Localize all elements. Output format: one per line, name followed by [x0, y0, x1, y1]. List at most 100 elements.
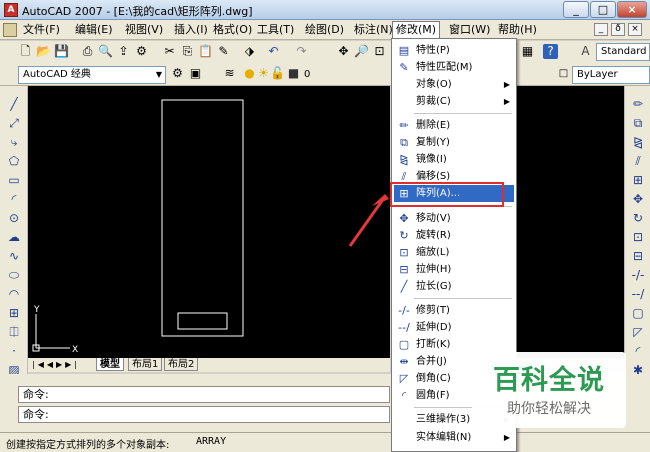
calculator-icon[interactable]: ▦ [520, 44, 535, 59]
zoom-window-icon[interactable]: ⊡ [372, 44, 387, 59]
menu-item-break[interactable]: ▢ 打断(K) [394, 336, 514, 353]
workspace-save-icon[interactable]: ▣ [188, 66, 203, 81]
tab-layout2[interactable]: 布局2 [164, 358, 199, 371]
menu-item-lengthen[interactable]: ╱ 拉长(G) [394, 278, 514, 295]
workspace-settings-icon[interactable]: ⚙ [170, 66, 185, 81]
maximize-button[interactable]: □ [590, 1, 616, 18]
tab-layout1[interactable]: 布局1 [128, 358, 163, 371]
make-block-icon[interactable]: ⎅ [5, 324, 23, 340]
layer-manager-icon[interactable]: ≋ [222, 66, 237, 81]
linetype-select[interactable]: ByLayer [572, 66, 650, 84]
rotate-palette-icon[interactable]: ↻ [629, 210, 647, 226]
preview-icon[interactable]: 🔍 [98, 44, 113, 59]
menu-item-mirror[interactable]: ⧎ 镜像(I) [394, 151, 514, 168]
minimize-button[interactable]: _ [563, 1, 589, 18]
insert-block-icon[interactable]: ⊞ [5, 305, 23, 321]
ellipse-icon[interactable]: ⬭ [5, 267, 23, 283]
chamfer-palette-icon[interactable]: ◸ [629, 324, 647, 340]
print-icon[interactable]: ⎙ [80, 44, 95, 59]
offset-palette-icon[interactable]: ⫽ [629, 153, 647, 169]
break-palette-icon[interactable]: ▢ [629, 305, 647, 321]
document-icon[interactable] [3, 23, 17, 37]
extend-palette-icon[interactable]: --/ [629, 286, 647, 302]
text-style-select[interactable]: Standard [596, 43, 650, 61]
menu-file[interactable]: 文件(F) [20, 22, 63, 38]
layer-name[interactable]: 0 [304, 67, 384, 82]
point-icon[interactable]: · [5, 343, 23, 359]
close-button[interactable]: × [617, 1, 647, 18]
paste-icon[interactable]: 📋 [198, 44, 213, 59]
menu-format[interactable]: 格式(O) [210, 22, 255, 38]
fillet-palette-icon[interactable]: ◜ [629, 343, 647, 359]
zoom-realtime-icon[interactable]: 🔎 [354, 44, 369, 59]
menu-item-extend[interactable]: --/ 延伸(D) [394, 319, 514, 336]
tab-model[interactable]: 模型 [96, 358, 124, 371]
polygon-icon[interactable]: ⬠ [5, 153, 23, 169]
menu-item-erase[interactable]: ✏ 删除(E) [394, 117, 514, 134]
circle-icon[interactable]: ⊙ [5, 210, 23, 226]
text-style-icon[interactable]: A [578, 44, 593, 59]
menu-insert[interactable]: 插入(I) [171, 22, 211, 38]
move-palette-icon[interactable]: ✥ [629, 191, 647, 207]
tab-navigation-arrows[interactable]: |◀◀▶▶| [32, 359, 90, 371]
pan-icon[interactable]: ✥ [336, 44, 351, 59]
menu-item-match-properties[interactable]: ✎ 特性匹配(M) [394, 59, 514, 76]
help-icon[interactable]: ? [543, 44, 558, 59]
copy-clip-icon[interactable]: ⎘ [180, 44, 195, 59]
rectangle-icon[interactable]: ▭ [5, 172, 23, 188]
scale-palette-icon[interactable]: ⊡ [629, 229, 647, 245]
plot-icon[interactable]: ⚙ [134, 44, 149, 59]
layer-on-icon[interactable]: ● [242, 66, 257, 81]
menu-modify[interactable]: 修改(M) [392, 21, 441, 39]
menu-item-copy[interactable]: ⧉ 复制(Y) [394, 134, 514, 151]
copy-palette-icon[interactable]: ⧉ [629, 115, 647, 131]
doc-close-button[interactable]: × [628, 23, 642, 36]
erase-palette-icon[interactable]: ✏ [629, 96, 647, 112]
menu-item-properties[interactable]: ▤ 特性(P) [394, 42, 514, 59]
menu-item-clip[interactable]: 剪裁(C) ▶ [394, 93, 514, 110]
spline-icon[interactable]: ∿ [5, 248, 23, 264]
menu-window[interactable]: 窗口(W) [446, 22, 493, 38]
publish-icon[interactable]: ⇪ [116, 44, 131, 59]
menu-view[interactable]: 视图(V) [122, 22, 166, 38]
open-icon[interactable]: 📂 [36, 44, 51, 59]
block-editor-icon[interactable]: ⬗ [242, 44, 257, 59]
menu-item-object[interactable]: 对象(O) ▶ [394, 76, 514, 93]
menu-item-move[interactable]: ✥ 移动(V) [394, 210, 514, 227]
autocad-logo-icon[interactable]: A [4, 3, 18, 17]
menu-draw[interactable]: 绘图(D) [302, 22, 347, 38]
menu-tools[interactable]: 工具(T) [254, 22, 297, 38]
layer-color-icon[interactable]: ■ [286, 66, 301, 81]
construction-line-icon[interactable]: ⤢ [5, 115, 23, 131]
new-icon[interactable]: 🗋 [18, 44, 33, 59]
save-icon[interactable]: 💾 [54, 44, 69, 59]
trim-palette-icon[interactable]: -/- [629, 267, 647, 283]
redo-icon[interactable]: ↷ [294, 44, 309, 59]
revcloud-icon[interactable]: ☁ [5, 229, 23, 245]
match-brush-icon[interactable]: ✎ [216, 44, 231, 59]
doc-minimize-button[interactable]: _ [594, 23, 608, 36]
polyline-icon[interactable]: ⤷ [5, 134, 23, 150]
arc-icon[interactable]: ◜ [5, 191, 23, 207]
menu-item-scale[interactable]: ⊡ 缩放(L) [394, 244, 514, 261]
menu-help[interactable]: 帮助(H) [495, 22, 540, 38]
layer-freeze-icon[interactable]: ☀ [256, 66, 271, 81]
array-palette-icon[interactable]: ⊞ [629, 172, 647, 188]
ellipse-arc-icon[interactable]: ◠ [5, 286, 23, 302]
drawing-canvas[interactable]: Y X [28, 86, 390, 358]
workspace-select[interactable]: AutoCAD 经典 ▼ [18, 66, 166, 84]
undo-icon[interactable]: ↶ [266, 44, 281, 59]
command-input[interactable]: 命令: [18, 406, 390, 423]
layer-lock-icon[interactable]: 🔓 [270, 66, 285, 81]
mirror-palette-icon[interactable]: ⧎ [629, 134, 647, 150]
drawing-canvas-right[interactable] [516, 86, 624, 358]
menu-dimension[interactable]: 标注(N) [351, 22, 396, 38]
menu-item-stretch[interactable]: ⊟ 拉伸(H) [394, 261, 514, 278]
menu-item-solid-editing[interactable]: 实体编辑(N) ▶ [394, 429, 514, 446]
menu-item-rotate[interactable]: ↻ 旋转(R) [394, 227, 514, 244]
stretch-palette-icon[interactable]: ⊟ [629, 248, 647, 264]
menu-item-trim[interactable]: -/- 修剪(T) [394, 302, 514, 319]
doc-restore-button[interactable]: ð [611, 23, 625, 36]
cut-icon[interactable]: ✂ [162, 44, 177, 59]
line-icon[interactable]: ╱ [5, 96, 23, 112]
